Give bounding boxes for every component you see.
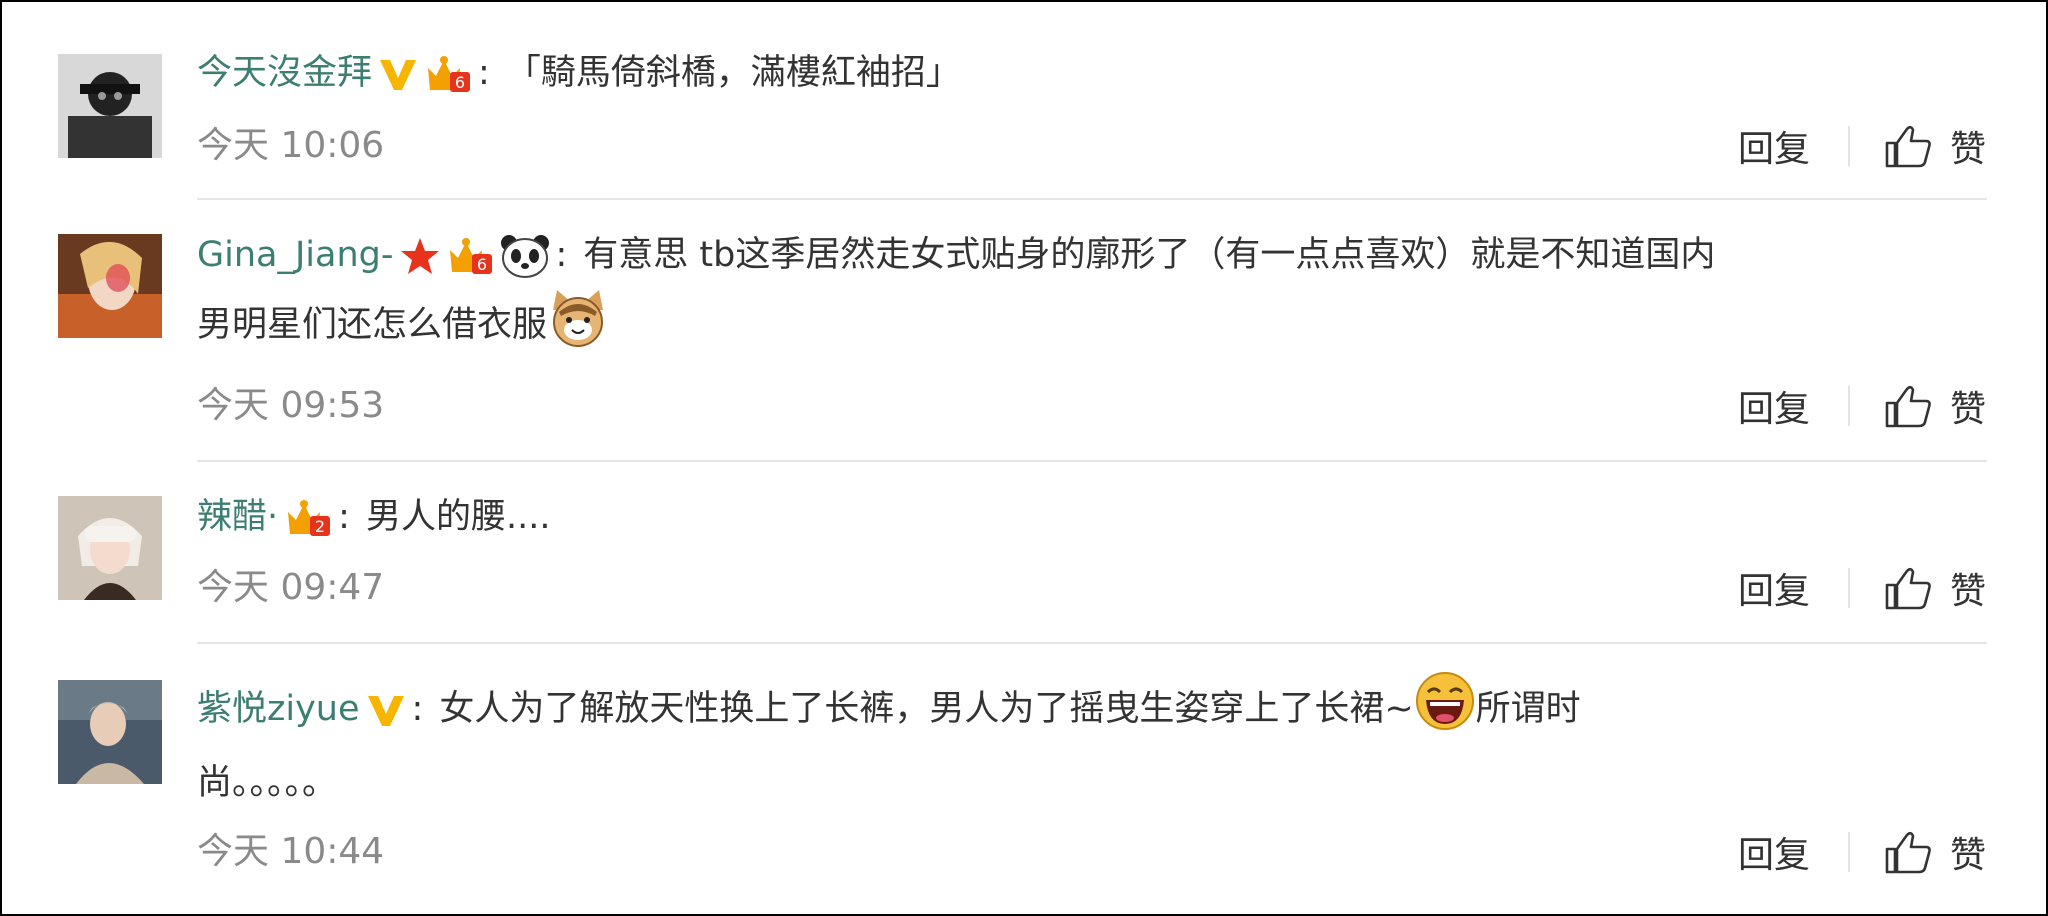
comment-text-line2: 男明星们还怎么借衣服 [197,305,548,345]
author-name[interactable]: 紫悦ziyue [197,689,360,729]
reply-button[interactable]: 回复 [1738,120,1810,172]
like-label: 赞 [1949,835,1986,876]
verified-v-icon [366,692,406,728]
vip-crown-6-icon: 6 [424,54,472,94]
like-button[interactable]: 赞 [1884,380,1986,432]
comment-divider [197,198,1987,200]
action-divider [1847,126,1850,166]
red-star-icon [400,236,440,276]
colon: : [478,53,490,93]
author-name[interactable]: 辣醋· [197,497,278,537]
verified-v-icon [378,56,418,92]
vip-level: 6 [455,73,465,92]
thumbs-up-icon [1885,831,1931,874]
vip-level: 6 [476,255,486,274]
reply-button[interactable]: 回复 [1738,380,1810,432]
colon: : [555,235,568,275]
avatar[interactable] [58,496,162,600]
avatar[interactable] [58,234,162,338]
like-label: 赞 [1949,129,1986,170]
vip-crown-2-icon: 2 [284,498,332,538]
thumbs-up-icon [1885,567,1931,610]
laughing-face-emoji [1414,670,1476,752]
like-label: 赞 [1949,571,1986,612]
like-button[interactable]: 赞 [1884,826,1986,878]
comment-text: 男人的腰.... [365,497,551,537]
comment-text-line2: 尚。。。。。 [197,763,338,803]
avatar[interactable] [58,680,162,784]
thumbs-up-icon [1885,385,1931,428]
colon: : [338,497,350,537]
comment-text-line1: 女人为了解放天性换上了长裤，男人为了摇曳生姿穿上了长裙~ [439,689,1414,729]
comment-divider [197,460,1987,462]
reply-button[interactable]: 回复 [1738,826,1810,878]
reply-button[interactable]: 回复 [1738,562,1810,614]
comment-time: 今天 10:06 [197,125,385,166]
action-divider [1847,832,1850,872]
comment-text-line1-end: 所谓时 [1475,689,1581,729]
author-name[interactable]: Gina_Jiang- [197,235,394,275]
action-divider [1847,386,1850,426]
comment-text: 「騎馬倚斜橋，滿樓紅袖招」 [505,53,961,93]
thumbs-up-icon [1885,125,1931,168]
panda-icon [500,234,550,278]
cat-face-emoji [547,286,609,368]
comments-panel: 今天沒金拜 6: 「騎馬倚斜橋，滿樓紅袖招」 今天 10:06 回复 赞 Gina_… [0,0,2048,916]
like-button[interactable]: 赞 [1884,562,1986,614]
comment-time: 今天 09:47 [197,567,385,608]
avatar[interactable] [58,54,162,158]
vip-crown-6-icon: 6 [446,236,494,276]
action-divider [1847,568,1850,608]
vip-level: 2 [315,517,325,536]
comment-time: 今天 10:44 [197,831,385,872]
like-label: 赞 [1949,389,1986,430]
author-name[interactable]: 今天沒金拜 [197,53,372,93]
comment-text-line1: 有意思 tb这季居然走女式贴身的廓形了（有一点点喜欢）就是不知道国内 [583,235,1716,275]
comment-time: 今天 09:53 [197,385,385,426]
like-button[interactable]: 赞 [1884,120,1986,172]
comment-divider [197,642,1987,644]
colon: : [411,689,424,729]
